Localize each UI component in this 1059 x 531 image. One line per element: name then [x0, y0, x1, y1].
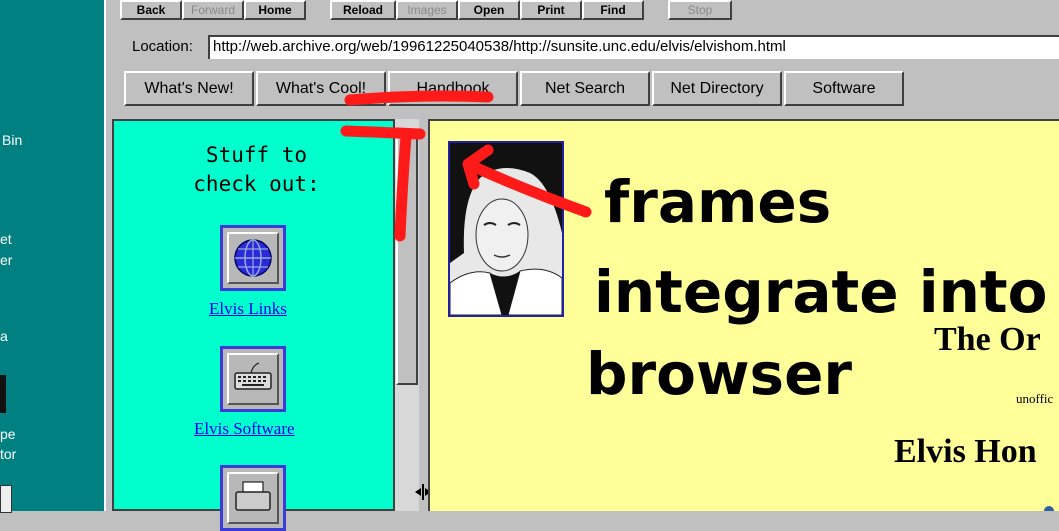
stop-button[interactable]: Stop: [668, 0, 732, 20]
stuff-heading-line2: check out:: [193, 172, 320, 196]
left-frame: Stuff to check out: Elvis Links Elvis So…: [112, 119, 395, 531]
left-frame-scrollbar[interactable]: [395, 119, 419, 511]
elvis-photo: [448, 141, 564, 317]
reload-button[interactable]: Reload: [330, 0, 396, 20]
scrollbar-thumb[interactable]: [396, 129, 418, 385]
desktop-icon[interactable]: [0, 375, 6, 413]
decor-icon: [1044, 506, 1054, 511]
annotation-line2: integrate into: [594, 258, 1048, 326]
net-search-button[interactable]: Net Search: [520, 71, 650, 106]
whats-cool-button[interactable]: What's Cool!: [256, 71, 386, 106]
whats-new-button[interactable]: What's New!: [124, 71, 254, 106]
desktop-label-a[interactable]: a: [0, 326, 8, 346]
images-button[interactable]: Images: [396, 0, 458, 20]
home-button[interactable]: Home: [244, 0, 306, 20]
annotation-line3: browser: [586, 340, 853, 408]
find-button[interactable]: Find: [582, 0, 644, 20]
stuff-heading-line1: Stuff to: [205, 143, 308, 167]
page-heading: Elvis Hon: [894, 433, 1037, 470]
forward-button[interactable]: Forward: [182, 0, 244, 20]
globe-icon[interactable]: [220, 225, 286, 291]
print-button[interactable]: Print: [520, 0, 582, 20]
net-directory-button[interactable]: Net Directory: [652, 71, 782, 106]
handbook-button[interactable]: Handbook: [388, 71, 518, 106]
desktop-label-net[interactable]: et: [0, 229, 12, 249]
elvis-software-link[interactable]: Elvis Software: [194, 419, 295, 439]
desktop-label-bin[interactable]: Bin: [2, 130, 22, 150]
typewriter-icon[interactable]: [220, 465, 286, 531]
annotation-line1: frames: [604, 168, 832, 236]
open-button[interactable]: Open: [458, 0, 520, 20]
desktop-label-pe[interactable]: pe: [0, 424, 16, 444]
stuff-heading: Stuff to check out:: [114, 141, 399, 199]
back-button[interactable]: Back: [120, 0, 182, 20]
desktop-label-tor[interactable]: tor: [0, 444, 16, 464]
desktop: Bin et er a pe tor: [0, 0, 104, 513]
location-label: Location:: [132, 38, 193, 55]
location-input[interactable]: http://web.archive.org/web/1996122504053…: [208, 35, 1059, 59]
elvis-links-link[interactable]: Elvis Links: [209, 299, 287, 319]
page-subtitle: unoffic: [1016, 391, 1054, 406]
keyboard-icon[interactable]: [220, 346, 286, 412]
desktop-label-browser[interactable]: er: [0, 250, 12, 270]
software-button[interactable]: Software: [784, 71, 904, 106]
desktop-icon[interactable]: [0, 485, 12, 513]
